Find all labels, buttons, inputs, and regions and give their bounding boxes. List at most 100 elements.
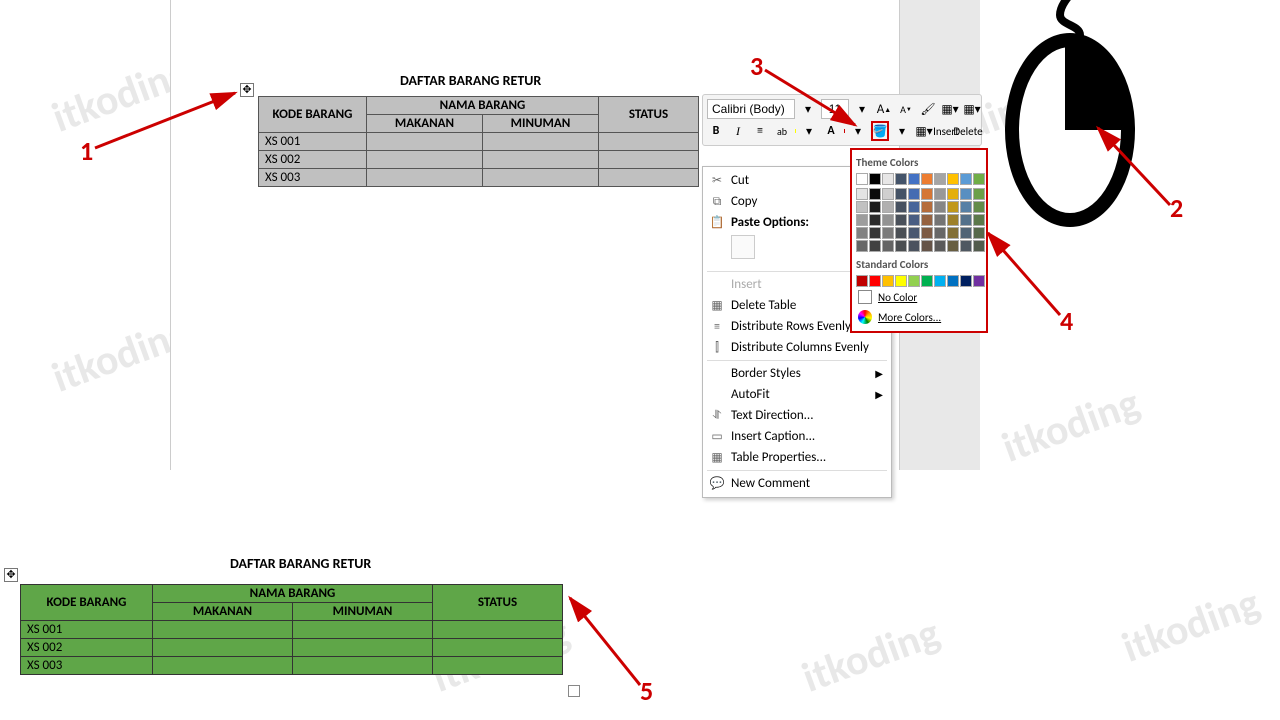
color-swatch[interactable] — [973, 214, 985, 226]
color-swatch[interactable] — [947, 227, 959, 239]
color-swatch[interactable] — [947, 173, 959, 185]
color-swatch[interactable] — [869, 240, 881, 252]
color-swatch[interactable] — [895, 227, 907, 239]
data-table-selected[interactable]: KODE BARANG NAMA BARANG STATUS MAKANAN M… — [258, 96, 699, 187]
borders-icon[interactable]: ▦▾ — [941, 99, 959, 119]
font-dropdown-icon[interactable]: ▾ — [799, 99, 817, 119]
shading-dropdown-icon[interactable]: ▾ — [893, 121, 911, 141]
color-swatch[interactable] — [895, 201, 907, 213]
cell[interactable]: XS 002 — [259, 151, 367, 169]
color-swatch[interactable] — [973, 188, 985, 200]
color-swatch[interactable] — [934, 214, 946, 226]
color-swatch[interactable] — [856, 173, 868, 185]
shrink-font-icon[interactable]: A▼ — [897, 99, 915, 119]
color-swatch[interactable] — [934, 275, 946, 287]
color-swatch[interactable] — [882, 173, 894, 185]
no-color-option[interactable]: No Color — [856, 287, 982, 307]
color-swatch[interactable] — [960, 240, 972, 252]
color-swatch[interactable] — [856, 227, 868, 239]
cell[interactable] — [153, 657, 293, 675]
table-resize-handle-icon[interactable] — [568, 685, 580, 697]
color-swatch[interactable] — [934, 227, 946, 239]
cell[interactable] — [367, 169, 483, 187]
cell[interactable] — [433, 639, 563, 657]
color-swatch[interactable] — [973, 227, 985, 239]
bold-button[interactable]: B — [707, 121, 725, 141]
grow-font-icon[interactable]: A▲ — [875, 99, 893, 119]
menu-text-direction[interactable]: ⥯Text Direction... — [703, 405, 891, 426]
color-swatch[interactable] — [908, 173, 920, 185]
color-swatch[interactable] — [856, 240, 868, 252]
color-swatch[interactable] — [869, 173, 881, 185]
cell[interactable] — [153, 639, 293, 657]
cell[interactable] — [293, 621, 433, 639]
color-swatch[interactable] — [960, 275, 972, 287]
color-swatch[interactable] — [908, 201, 920, 213]
color-swatch[interactable] — [934, 201, 946, 213]
table-move-handle-icon[interactable]: ✥ — [240, 83, 254, 97]
color-swatch[interactable] — [882, 240, 894, 252]
font-name-input[interactable] — [707, 99, 795, 119]
menu-autofit[interactable]: AutoFit▶ — [703, 384, 891, 405]
delete-button[interactable]: Delete — [959, 121, 977, 141]
color-swatch[interactable] — [921, 201, 933, 213]
color-swatch[interactable] — [882, 214, 894, 226]
color-swatch[interactable] — [908, 275, 920, 287]
highlight-dropdown-icon[interactable]: ▾ — [800, 121, 818, 141]
cell[interactable] — [483, 133, 599, 151]
cell[interactable] — [293, 657, 433, 675]
cell[interactable] — [483, 151, 599, 169]
menu-table-props[interactable]: ▦Table Properties... — [703, 447, 891, 468]
color-swatch[interactable] — [895, 188, 907, 200]
color-swatch[interactable] — [908, 188, 920, 200]
color-swatch[interactable] — [934, 240, 946, 252]
color-swatch[interactable] — [882, 227, 894, 239]
cell[interactable]: XS 001 — [259, 133, 367, 151]
color-swatch[interactable] — [895, 173, 907, 185]
color-swatch[interactable] — [908, 240, 920, 252]
color-swatch[interactable] — [947, 201, 959, 213]
cell[interactable]: XS 003 — [21, 657, 153, 675]
color-swatch[interactable] — [921, 188, 933, 200]
color-swatch[interactable] — [947, 240, 959, 252]
color-swatch[interactable] — [947, 188, 959, 200]
color-swatch[interactable] — [869, 201, 881, 213]
color-swatch[interactable] — [908, 227, 920, 239]
color-swatch[interactable] — [869, 227, 881, 239]
menu-new-comment[interactable]: 💬New Comment — [703, 473, 891, 494]
format-painter-icon[interactable]: 🖌 — [919, 99, 937, 119]
cell[interactable] — [483, 169, 599, 187]
cell[interactable] — [153, 621, 293, 639]
font-color-button[interactable]: A — [822, 121, 840, 141]
color-swatch[interactable] — [908, 214, 920, 226]
color-swatch[interactable] — [934, 188, 946, 200]
color-swatch[interactable] — [960, 201, 972, 213]
color-swatch[interactable] — [973, 201, 985, 213]
color-swatch[interactable] — [934, 173, 946, 185]
cell[interactable] — [599, 169, 699, 187]
menu-insert-caption[interactable]: ▭Insert Caption... — [703, 426, 891, 447]
color-swatch[interactable] — [921, 173, 933, 185]
color-swatch[interactable] — [856, 201, 868, 213]
color-swatch[interactable] — [921, 240, 933, 252]
insert-button[interactable]: Insert — [937, 121, 955, 141]
table-style-icon[interactable]: ▦▾ — [963, 99, 981, 119]
color-swatch[interactable] — [947, 214, 959, 226]
highlight-button[interactable]: ab — [773, 121, 791, 141]
table-move-handle-icon[interactable]: ✥ — [4, 568, 18, 582]
align-icon[interactable]: ≡ — [751, 121, 769, 141]
color-swatch[interactable] — [882, 275, 894, 287]
cell[interactable]: XS 002 — [21, 639, 153, 657]
merge-icon[interactable]: ▦▾ — [915, 121, 933, 141]
color-swatch[interactable] — [960, 188, 972, 200]
cell[interactable] — [433, 657, 563, 675]
color-swatch[interactable] — [882, 201, 894, 213]
cell[interactable] — [599, 151, 699, 169]
color-swatch[interactable] — [947, 275, 959, 287]
color-swatch[interactable] — [921, 227, 933, 239]
cell[interactable] — [599, 133, 699, 151]
color-swatch[interactable] — [960, 173, 972, 185]
italic-button[interactable]: I — [729, 121, 747, 141]
color-swatch[interactable] — [960, 214, 972, 226]
color-swatch[interactable] — [856, 214, 868, 226]
